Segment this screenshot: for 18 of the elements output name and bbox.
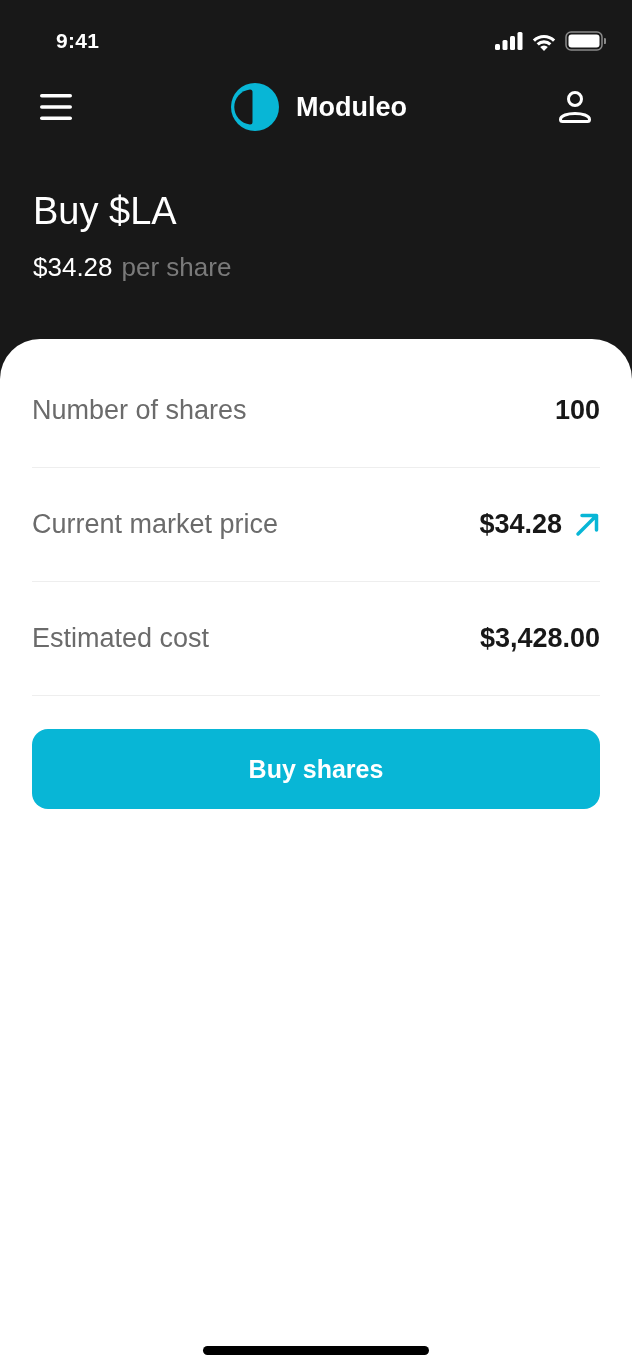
share-price: $34.28	[33, 251, 113, 283]
user-icon[interactable]	[558, 91, 592, 123]
buy-shares-button[interactable]: Buy shares	[32, 729, 600, 809]
status-time: 9:41	[56, 29, 100, 53]
row-label: Number of shares	[32, 395, 247, 426]
row-label: Estimated cost	[32, 623, 210, 654]
menu-icon[interactable]	[40, 94, 72, 120]
row-value: $3,428.00	[479, 623, 600, 654]
price-unit: per share	[121, 251, 232, 283]
logo-icon	[231, 83, 279, 131]
brand-name: Moduleo	[296, 91, 407, 123]
row-value: 100	[554, 395, 600, 426]
row-label: Current market price	[32, 509, 279, 540]
signal-icon	[495, 32, 523, 50]
arrow-up-right-icon	[575, 512, 600, 537]
battery-icon	[565, 31, 606, 51]
row-value: $34.28	[479, 509, 562, 540]
page-title: Buy $LA	[33, 189, 178, 233]
